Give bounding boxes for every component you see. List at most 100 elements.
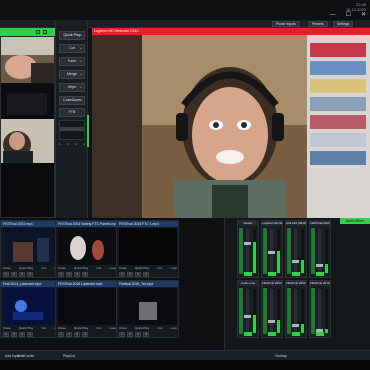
overlay-1-button[interactable]: 1 (119, 332, 125, 337)
close-button[interactable]: Close (119, 326, 127, 330)
transition-number[interactable]: 1 (59, 142, 61, 146)
fader-handle[interactable] (268, 320, 275, 323)
loop-button[interactable]: Loop (109, 326, 116, 330)
input-tile[interactable]: FESTival 2003 Variety FTC Panels.mp4 Clo… (55, 220, 118, 278)
transition-cubezoom[interactable]: CubeZoom ▸ (59, 96, 85, 105)
mute-button[interactable] (292, 332, 300, 336)
fader-handle[interactable] (268, 251, 275, 254)
transition-slider[interactable] (59, 120, 85, 140)
preview-option-icon[interactable] (36, 30, 40, 34)
overlay-2-button[interactable]: 2 (11, 272, 17, 277)
overlay-3-button[interactable]: 3 (19, 272, 25, 277)
multicorder-button[interactable]: MultiCorder (14, 353, 38, 359)
minimize-icon[interactable]: — (330, 12, 336, 18)
volume-fader[interactable] (270, 289, 273, 333)
transition-merge[interactable]: Merge ▸ (59, 70, 85, 79)
cut-button[interactable]: Cut (41, 326, 46, 330)
bus-assign-bar[interactable] (311, 288, 315, 334)
bus-assign-bar[interactable] (239, 288, 243, 334)
overlay-3-button[interactable]: 3 (135, 332, 141, 337)
fader-handle[interactable] (316, 264, 323, 267)
input-tile[interactable]: FESTival 2003.mp4 CloseQuick PlayCutLoop… (0, 220, 63, 278)
settings-button[interactable]: Settings (333, 21, 354, 27)
overlay-4-button[interactable]: 4 (27, 272, 33, 277)
loop-button[interactable]: Loop (170, 326, 177, 330)
quick-play-button[interactable]: Quick Play (74, 326, 88, 330)
overlay-2-button[interactable]: 2 (127, 272, 133, 277)
overlay-4-button[interactable]: 4 (27, 332, 33, 337)
transition-fade[interactable]: Fade ▸ (59, 57, 85, 66)
quick-play-button[interactable]: Quick Play (19, 326, 33, 330)
cut-button[interactable]: Cut (157, 266, 162, 270)
overlay-4-button[interactable]: 4 (82, 272, 88, 277)
mute-button[interactable] (244, 272, 252, 276)
input-tile[interactable]: FESTival 2019 FTC 1.mp4 Close Quick Play C… (116, 220, 179, 278)
fader-handle[interactable] (244, 315, 251, 318)
transition-number[interactable]: 4 (83, 142, 85, 146)
close-icon[interactable]: ✕ (361, 12, 366, 18)
cut-button[interactable]: Cut (96, 326, 101, 330)
close-button[interactable]: Close (58, 326, 66, 330)
overlay-3-button[interactable]: 3 (74, 272, 80, 277)
presets-button[interactable]: Presets (308, 21, 328, 27)
close-button[interactable]: Close (3, 326, 11, 330)
overlay-4-button[interactable]: 4 (143, 332, 149, 337)
maximize-icon[interactable]: ☐ (346, 12, 351, 18)
volume-fader[interactable] (294, 229, 297, 273)
overlay-2-button[interactable]: 2 (11, 332, 17, 337)
overlay-1-button[interactable]: 1 (3, 272, 9, 277)
overlay-2-button[interactable]: 2 (66, 272, 72, 277)
quick-play-button[interactable]: Quick Play (135, 326, 149, 330)
bus-assign-bar[interactable] (287, 228, 291, 274)
mute-button[interactable] (292, 272, 300, 276)
bus-assign-bar[interactable] (239, 228, 243, 274)
loop-button[interactable]: Loop (109, 266, 116, 270)
mute-button[interactable] (244, 332, 252, 336)
transition-quick-play[interactable]: Quick Play ▸ (59, 31, 85, 40)
bus-assign-bar[interactable] (287, 288, 291, 334)
mute-button[interactable] (316, 332, 324, 336)
preview-option-icon[interactable] (43, 30, 47, 34)
overlay-3-button[interactable]: 3 (74, 332, 80, 337)
input-tile[interactable]: Fest 2014_Lavender.mp4 Close Quick Play Cu… (0, 280, 63, 338)
volume-fader[interactable] (318, 289, 321, 333)
ftb-button[interactable]: FTB (59, 108, 85, 117)
overlay-2-button[interactable]: 2 (127, 332, 133, 337)
quick-play-button[interactable]: Quick Play (19, 266, 33, 270)
overlay-1-button[interactable]: 1 (58, 332, 64, 337)
bus-assign-bar[interactable] (311, 228, 315, 274)
fader-handle[interactable] (292, 260, 299, 263)
overlay-3-button[interactable]: 3 (19, 332, 25, 337)
overlay-4-button[interactable]: 4 (143, 272, 149, 277)
overlay-button[interactable]: Overlay (272, 353, 290, 359)
quick-play-button[interactable]: Quick Play (135, 266, 149, 270)
power-inputs-button[interactable]: Power Inputs (272, 21, 300, 27)
overlay-1-button[interactable]: 1 (119, 272, 125, 277)
quick-play-button[interactable]: Quick Play (74, 266, 88, 270)
overlay-2-button[interactable]: 2 (66, 332, 72, 337)
t-bar[interactable] (87, 115, 89, 147)
bus-assign-bar[interactable] (263, 228, 267, 274)
cut-button[interactable]: Cut (157, 326, 162, 330)
cut-button[interactable]: Cut (96, 266, 101, 270)
loop-button[interactable]: Loop (170, 266, 177, 270)
overlay-4-button[interactable]: 4 (82, 332, 88, 337)
overlay-1-button[interactable]: 1 (3, 332, 9, 337)
transition-cut[interactable]: Cut ▸ (59, 44, 85, 53)
mute-button[interactable] (268, 332, 276, 336)
cut-button[interactable]: Cut (41, 266, 46, 270)
transition-slider-thumb[interactable] (60, 127, 84, 131)
input-tile[interactable]: FESTival 2019 Lavender.mp4 Close Quick Pl… (55, 280, 118, 338)
volume-fader[interactable] (246, 229, 249, 273)
close-button[interactable]: Close (3, 266, 11, 270)
audio-mixer-tab[interactable]: Audio Mixer (340, 218, 370, 224)
overlay-1-button[interactable]: 1 (58, 272, 64, 277)
transition-number[interactable]: 2 (67, 142, 69, 146)
transition-number[interactable]: 3 (75, 142, 77, 146)
fader-handle[interactable] (244, 242, 251, 245)
playlist-button[interactable]: PlayList (60, 353, 78, 359)
transition-wipe[interactable]: Wipe ▸ (59, 83, 85, 92)
volume-fader[interactable] (246, 289, 249, 333)
input-tile[interactable]: Festival 2015_Tsv.mp4 Close Quick Play Cut… (116, 280, 179, 338)
mute-button[interactable] (268, 272, 276, 276)
